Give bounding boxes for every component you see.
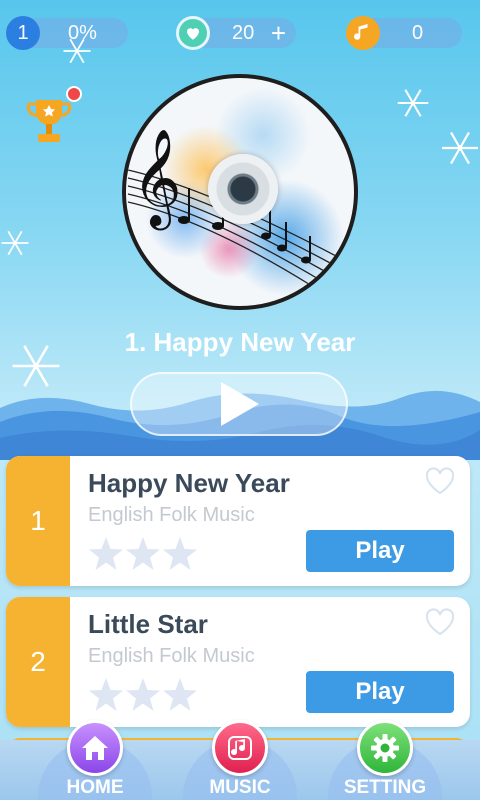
lives-count: 20 <box>232 22 255 44</box>
nav-home[interactable]: HOME <box>45 718 145 800</box>
star-icon <box>163 678 197 711</box>
svg-text:𝄞: 𝄞 <box>132 128 182 230</box>
nav-music[interactable]: MUSIC <box>190 718 290 800</box>
gear-icon <box>357 720 413 776</box>
album-disc: 𝄞 <box>122 74 358 310</box>
snowflake-icon <box>1 230 29 256</box>
star-icon <box>163 537 197 570</box>
song-card[interactable]: 1 Happy New Year English Folk Music Play <box>6 456 470 586</box>
star-rating <box>89 537 197 570</box>
notes-count: 0 <box>412 22 424 44</box>
house-icon <box>67 720 123 776</box>
star-icon <box>89 537 123 570</box>
nav-setting[interactable]: SETTING <box>335 718 435 800</box>
song-title: Little Star <box>88 609 208 639</box>
song-artist: English Folk Music <box>88 645 255 667</box>
nav-music-label: MUSIC <box>209 777 271 798</box>
song-artist: English Folk Music <box>88 504 255 526</box>
notification-dot <box>66 86 82 102</box>
snowflake-icon <box>397 89 429 117</box>
song-number: 1 <box>6 456 70 586</box>
star-rating <box>89 678 197 711</box>
star-icon <box>126 537 160 570</box>
song-number: 2 <box>6 597 70 727</box>
heart-icon <box>176 16 210 50</box>
lives-pill[interactable]: 20 + <box>176 16 296 50</box>
heart-outline-icon[interactable] <box>424 466 456 496</box>
now-playing-title: 1. Happy New Year <box>124 327 356 357</box>
heart-outline-icon[interactable] <box>424 607 456 637</box>
music-note-icon <box>212 720 268 776</box>
trophy-icon[interactable] <box>26 96 72 148</box>
notes-pill: 0 <box>346 16 462 50</box>
song-card[interactable]: 2 Little Star English Folk Music Play <box>6 597 470 727</box>
snowflake-icon <box>63 38 91 64</box>
snowflake-icon <box>442 131 478 165</box>
play-song-button[interactable]: Play <box>306 530 454 572</box>
play-song-button[interactable]: Play <box>306 671 454 713</box>
nav-home-label: HOME <box>66 777 124 798</box>
song-title: Happy New Year <box>88 468 290 498</box>
play-triangle-icon <box>221 382 259 426</box>
music-note-icon <box>346 16 380 50</box>
add-lives-button[interactable]: + <box>271 18 286 49</box>
star-icon <box>89 678 123 711</box>
level-badge: 1 <box>6 16 40 50</box>
star-icon <box>126 678 160 711</box>
play-button[interactable] <box>130 372 348 436</box>
disc-center-hole <box>208 154 278 224</box>
nav-setting-label: SETTING <box>343 777 427 798</box>
